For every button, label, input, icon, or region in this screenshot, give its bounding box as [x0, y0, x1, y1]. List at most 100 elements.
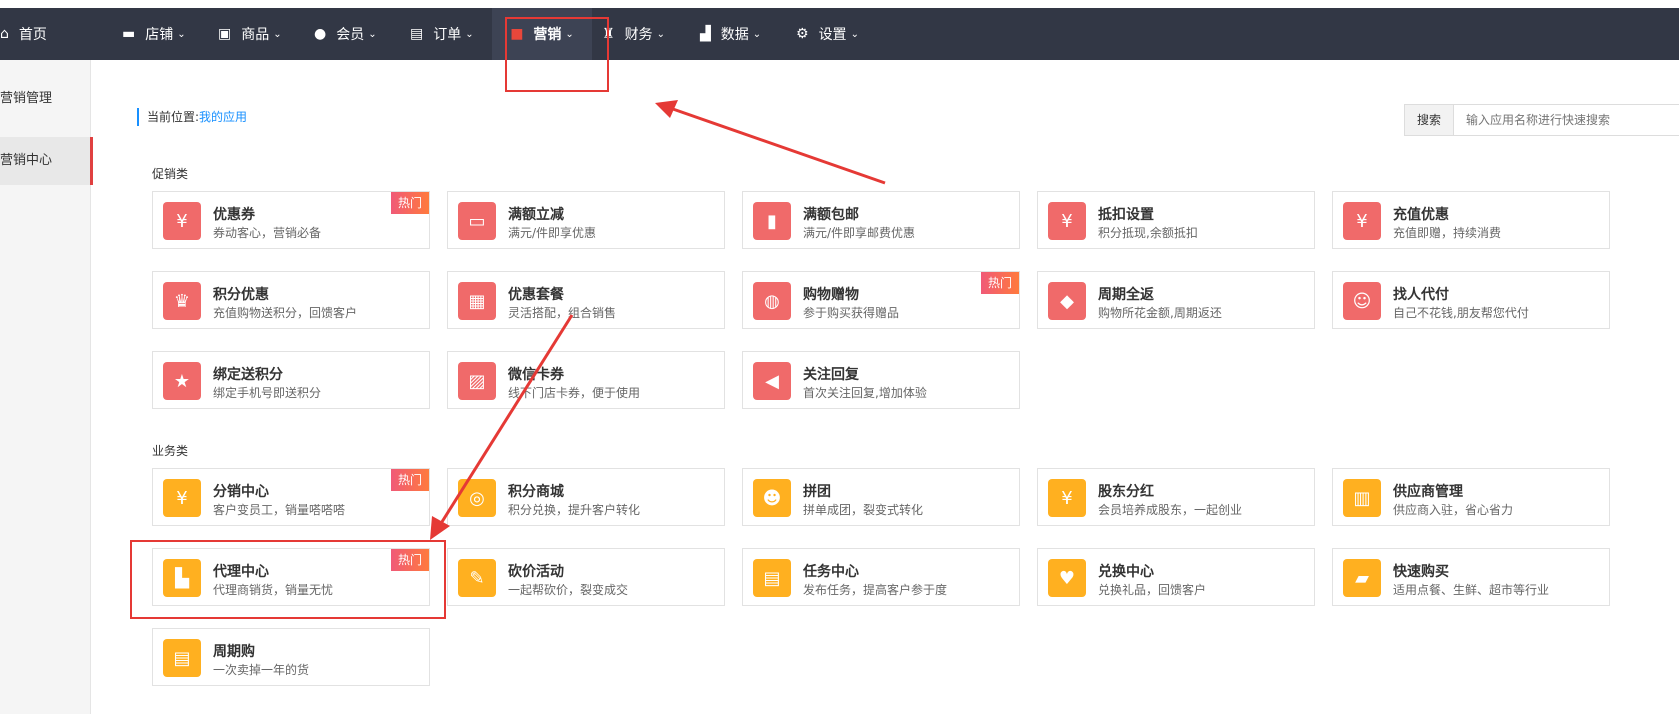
nav-label: 店铺: [145, 27, 174, 43]
app-card[interactable]: ♥ 兑换中心兑换礼品，回馈客户: [1037, 548, 1315, 606]
app-card-title: 绑定送积分: [213, 367, 283, 383]
coupon-icon: ¥: [163, 202, 201, 240]
diamond-icon: ◆: [1048, 282, 1086, 320]
app-card[interactable]: ¥ 分销中心 客户变员工，销量嗒嗒嗒 热门: [152, 468, 430, 526]
nav-label: 会员: [336, 27, 365, 43]
app-card-title: 购物赠物: [803, 287, 859, 303]
app-card-title: 优惠套餐: [508, 287, 564, 303]
agent-icon: ▙: [163, 559, 201, 597]
app-card[interactable]: ▙ 代理中心 代理商销货，销量无忧 热门: [152, 548, 430, 606]
pay-for-icon: ☺: [1343, 282, 1381, 320]
app-card-desc: 券动客心，营销必备: [213, 226, 322, 240]
nav-label: 营销: [533, 27, 562, 43]
app-card[interactable]: ▭ 满额立减 满元/件即享优惠: [447, 191, 725, 249]
app-card-desc: 灵活搭配，组合销售: [508, 306, 617, 320]
app-card-desc: 充值即赠，持续消费: [1393, 226, 1502, 240]
app-card[interactable]: ▤ 周期购 一次卖掉一年的货: [152, 628, 430, 686]
nav-label: 数据: [720, 27, 749, 43]
app-card-title: 拼团: [803, 484, 831, 500]
chevron-down-icon: ⌄: [368, 28, 377, 40]
nav-item-store[interactable]: ▬ 店铺 ⌄: [122, 8, 202, 60]
search-label: 搜索: [1405, 105, 1454, 135]
app-card[interactable]: ¥ 股东分红 会员培养成股东，一起创业: [1037, 468, 1315, 526]
app-card[interactable]: ★ 绑定送积分 绑定手机号即送积分: [152, 351, 430, 409]
moneybag-icon: ¥: [1343, 202, 1381, 240]
app-card-desc: 适用点餐、生鲜、超市等行业: [1393, 583, 1550, 597]
app-card-title: 优惠券: [213, 207, 255, 223]
app-card-desc: 积分抵现,余额抵扣: [1098, 226, 1198, 240]
sidebar-item-label: 营销中心: [0, 153, 53, 168]
nav-item-member[interactable]: ● 会员 ⌄: [314, 8, 394, 60]
chart-icon: ▟: [700, 26, 711, 42]
app-card-desc: 拼单成团，裂变式转化: [803, 503, 924, 517]
calendar-icon: ▤: [163, 639, 201, 677]
app-card-title: 周期全返: [1098, 287, 1154, 303]
app-card-title: 任务中心: [803, 564, 859, 580]
app-card-desc: 自己不花钱,朋友帮您代付: [1393, 306, 1529, 320]
app-card[interactable]: ☺ 找人代付 自己不花钱,朋友帮您代付: [1332, 271, 1610, 329]
app-card-title: 代理中心: [213, 564, 269, 580]
app-card[interactable]: ♛ 积分优惠 充值购物送积分，回馈客户: [152, 271, 430, 329]
nav-item-home[interactable]: ⌂ 首页: [0, 8, 70, 60]
goods-icon: ▣: [218, 26, 232, 42]
app-card-desc: 客户变员工，销量嗒嗒嗒: [213, 503, 346, 517]
annotation-arrow-line: [669, 106, 886, 185]
app-card[interactable]: ¥ 抵扣设置 积分抵现,余额抵扣: [1037, 191, 1315, 249]
hot-badge: 热门: [391, 469, 429, 491]
hot-badge: 热门: [391, 192, 429, 214]
exchange-icon: ♥: [1048, 559, 1086, 597]
app-card[interactable]: ¥ 充值优惠充值即赠，持续消费: [1332, 191, 1610, 249]
app-card-desc: 线下门店卡券，便于使用: [508, 386, 641, 400]
app-card[interactable]: ◀ 关注回复 首次关注回复,增加体验: [742, 351, 1020, 409]
nav-item-marketing[interactable]: ■ 营销 ⌄: [492, 8, 592, 60]
app-card[interactable]: ¥ 优惠券券动客心，营销必备 热门: [152, 191, 430, 249]
package-icon: ▦: [458, 282, 496, 320]
finance-icon: ♜: [602, 26, 615, 42]
app-card[interactable]: ▰ 快速购买 适用点餐、生鲜、超市等行业: [1332, 548, 1610, 606]
app-card[interactable]: ◍ 购物赠物 参于购买获得赠品 热门: [742, 271, 1020, 329]
search-input[interactable]: [1454, 105, 1679, 135]
sidebar-item-marketing-center[interactable]: 营销中心: [0, 137, 93, 185]
app-card[interactable]: ▨ 微信卡券 线下门店卡券，便于使用: [447, 351, 725, 409]
nav-item-goods[interactable]: ▣ 商品 ⌄: [218, 8, 298, 60]
nav-item-settings[interactable]: ⚙ 设置 ⌄: [796, 8, 876, 60]
nav-label: 首页: [18, 27, 47, 43]
app-card[interactable]: ◆ 周期全返购物所花金额,周期返还: [1037, 271, 1315, 329]
app-card-desc: 供应商入驻，省心省力: [1393, 503, 1514, 517]
sidebar-item-label: 营销管理: [0, 91, 53, 106]
nav-label: 订单: [433, 27, 462, 43]
free-shipping-icon: ▮: [753, 202, 791, 240]
store-icon: ▬: [122, 26, 136, 42]
chevron-down-icon: ⌄: [565, 28, 574, 40]
nav-label: 设置: [818, 27, 847, 43]
chevron-down-icon: ⌄: [273, 28, 282, 40]
app-card[interactable]: ▦ 优惠套餐灵活搭配，组合销售: [447, 271, 725, 329]
app-card[interactable]: ☻ 拼团 拼单成团，裂变式转化: [742, 468, 1020, 526]
chevron-down-icon: ⌄: [850, 28, 859, 40]
app-card-desc: 购物所花金额,周期返还: [1098, 306, 1222, 320]
app-card-desc: 积分兑换，提升客户转化: [508, 503, 641, 517]
app-card[interactable]: ▤ 任务中心 发布任务，提高客户参于度: [742, 548, 1020, 606]
nav-label: 商品: [241, 27, 270, 43]
app-card-desc: 兑换礼品，回馈客户: [1098, 583, 1207, 597]
app-card[interactable]: ▥ 供应商管理 供应商入驻，省心省力: [1332, 468, 1610, 526]
app-card-desc: 满元/件即享邮费优惠: [803, 226, 916, 240]
app-card[interactable]: ✎ 砍价活动 一起帮砍价，裂变成交: [447, 548, 725, 606]
app-card-title: 股东分红: [1098, 484, 1154, 500]
nav-item-data[interactable]: ▟ 数据 ⌄: [700, 8, 780, 60]
app-card-title: 充值优惠: [1393, 207, 1449, 223]
app-card-title: 兑换中心: [1098, 564, 1154, 580]
app-card[interactable]: ▮ 满额包邮 满元/件即享邮费优惠: [742, 191, 1020, 249]
breadcrumb-link[interactable]: 我的应用: [199, 110, 247, 124]
app-card[interactable]: ◎ 积分商城 积分兑换，提升客户转化: [447, 468, 725, 526]
app-card-title: 分销中心: [213, 484, 269, 500]
nav-item-order[interactable]: ▤ 订单 ⌄: [410, 8, 490, 60]
sidebar-item-marketing-manage[interactable]: 营销管理: [0, 75, 90, 123]
discount-icon: ▭: [458, 202, 496, 240]
nav-item-finance[interactable]: ♜ 财务 ⌄: [602, 8, 682, 60]
member-icon: ●: [314, 26, 327, 42]
app-card-desc: 参于购买获得赠品: [803, 306, 900, 320]
app-card-title: 关注回复: [803, 367, 859, 383]
chevron-down-icon: ⌄: [177, 28, 186, 40]
bargain-icon: ✎: [458, 559, 496, 597]
